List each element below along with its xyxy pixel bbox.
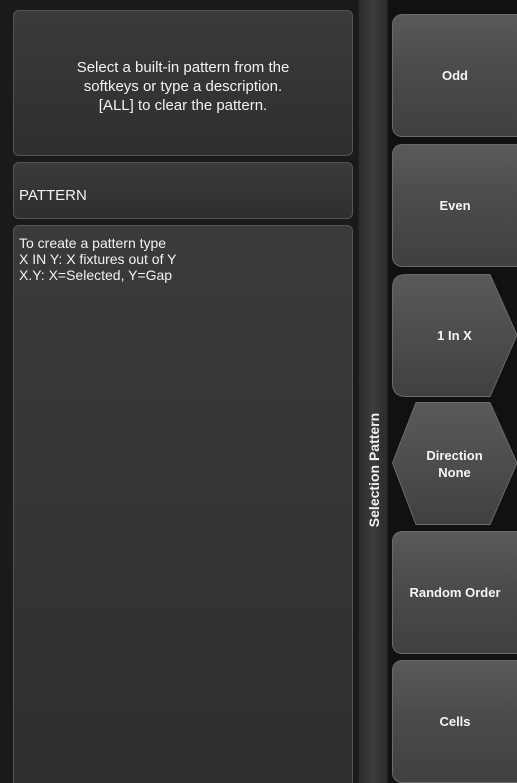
random-order-softkey[interactable]: Random Order: [392, 531, 517, 654]
selection-pattern-screen: Select a built-in pattern from the softk…: [0, 0, 517, 783]
softkey-group-strip: Selection Pattern: [358, 0, 388, 783]
even-softkey[interactable]: Even: [392, 144, 517, 267]
command-line[interactable]: PATTERN: [13, 162, 353, 219]
help-text: To create a pattern type X IN Y: X fixtu…: [13, 225, 353, 783]
softkey-group-label: Selection Pattern: [366, 412, 382, 528]
cells-softkey-label: Cells: [439, 714, 471, 729]
direction-softkey-label: Direction None: [426, 447, 483, 480]
instructions-text: Select a built-in pattern from the softk…: [76, 59, 290, 114]
one-in-x-softkey[interactable]: 1 In X: [392, 274, 517, 397]
cells-softkey[interactable]: Cells: [392, 660, 517, 783]
direction-softkey[interactable]: Direction None: [392, 402, 517, 525]
even-softkey-label: Even: [439, 198, 471, 213]
info-panel: Select a built-in pattern from the softk…: [0, 0, 358, 783]
command-line-text: PATTERN: [19, 187, 87, 204]
instructions-box: Select a built-in pattern from the softk…: [13, 10, 353, 156]
one-in-x-softkey-label: 1 In X: [437, 328, 472, 343]
random-order-softkey-label: Random Order: [409, 585, 501, 600]
odd-softkey-label: Odd: [442, 68, 468, 83]
odd-softkey[interactable]: Odd: [392, 14, 517, 137]
